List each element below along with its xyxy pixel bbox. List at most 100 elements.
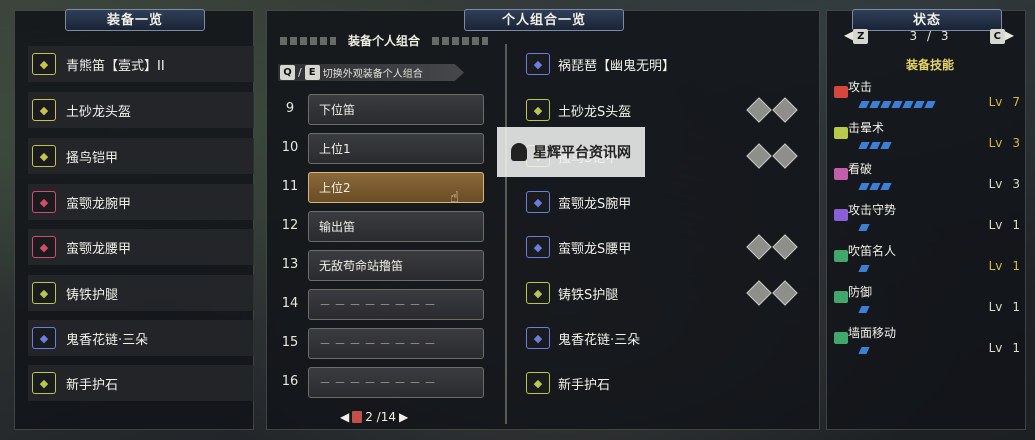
skills-header: 装备技能 xyxy=(905,58,954,72)
skill-level-value: 3 xyxy=(1012,136,1020,150)
loadout-slot-button[interactable]: －－－－－－－－ xyxy=(308,289,484,320)
equipment-item[interactable]: ◆ 鬼香花链·三朵 xyxy=(28,320,254,356)
loadout-equipment-item[interactable]: ◆ 蛮颚龙S腕甲 xyxy=(522,184,812,220)
decoration-slot-icon[interactable] xyxy=(772,280,798,306)
loadout-equipment-item[interactable]: ◆ 蛮颚龙S腰甲 xyxy=(522,229,812,265)
skill-level: Lv 1 xyxy=(989,259,1020,273)
skill-row: 墙面移动 Lv 1 xyxy=(832,324,1022,364)
chest-armor-icon: ◆ xyxy=(32,145,56,167)
decoration-slot-icon[interactable] xyxy=(746,280,772,306)
loadout-slot-button[interactable]: －－－－－－－－ xyxy=(308,367,484,398)
skill-icon xyxy=(834,86,848,98)
charm-icon: ◆ xyxy=(526,327,550,349)
loadout-slot-button[interactable]: 下位笛 xyxy=(308,94,484,125)
skill-level-segment xyxy=(924,101,936,108)
skill-name: 吹笛名人 xyxy=(848,244,897,258)
q-key-icon[interactable]: Q xyxy=(280,65,295,80)
equipment-item[interactable]: ◆ 青熊笛【壹式】II xyxy=(28,46,254,82)
skill-level-prefix: Lv xyxy=(988,136,1003,150)
equipment-item[interactable]: ◆ 搔鸟铠甲 xyxy=(28,138,254,174)
loadout-equipment-item[interactable]: ◆ 祸琵琶【幽鬼无明】 xyxy=(522,46,812,82)
skill-icon xyxy=(834,168,848,180)
equipment-item-name: 青熊笛【壹式】II xyxy=(66,58,165,74)
decoration-slot-icon[interactable] xyxy=(746,234,772,260)
skill-level-segment xyxy=(858,347,870,354)
skill-name: 墙面移动 xyxy=(848,326,897,340)
loadout-slot-button[interactable]: 上位1 xyxy=(308,133,484,164)
skill-level-prefix: Lv xyxy=(988,177,1003,191)
prev-page-icon[interactable]: ◀ xyxy=(340,410,349,424)
equipment-item-name: 蛮颚龙腰甲 xyxy=(66,241,132,257)
helmet-icon: ◆ xyxy=(526,99,550,121)
skill-level-bar xyxy=(858,306,870,313)
loadout-slot-button[interactable]: －－－－－－－－ xyxy=(308,328,484,359)
decoration-slot-icon[interactable] xyxy=(772,234,798,260)
skill-level-bar xyxy=(858,183,892,190)
decoration-slots xyxy=(746,143,798,169)
equipment-item[interactable]: ◆ 蛮颚龙腰甲 xyxy=(28,229,254,265)
equipment-item-name: 蛮颚龙腕甲 xyxy=(66,196,132,212)
skill-level-bar xyxy=(858,347,870,354)
skill-level-segment xyxy=(880,183,892,190)
slot-number: 12 xyxy=(281,218,299,233)
leg-armor-icon: ◆ xyxy=(526,282,550,304)
skill-level-bar xyxy=(858,142,892,149)
skill-row: 击晕术 Lv 3 xyxy=(832,119,1022,159)
decoration-slot-icon[interactable] xyxy=(746,97,772,123)
skill-level-prefix: Lv xyxy=(988,259,1003,273)
c-key-icon: C xyxy=(989,29,1005,44)
skill-name: 防御 xyxy=(848,285,873,299)
status-page-indicator: 3 / 3 xyxy=(909,29,949,43)
loadout-equipment-name: 蛮颚龙S腕甲 xyxy=(558,196,632,212)
skill-level: Lv 1 xyxy=(989,341,1020,355)
waist-armor-icon: ◆ xyxy=(526,236,550,258)
loadout-equipment-item[interactable]: ◆ 铸铁S护腿 xyxy=(522,275,812,311)
decoration-slot-icon[interactable] xyxy=(772,143,798,169)
slash-separator: / xyxy=(298,66,302,79)
loadout-equipment-item[interactable]: ◆ 新手护石 xyxy=(522,365,812,401)
status-page-nav: ◀ Z 3 / 3 C ▶ xyxy=(844,28,1014,44)
loadout-slot-button[interactable]: 输出笛 xyxy=(308,211,484,242)
skill-level-segment xyxy=(880,101,892,108)
skill-row: 攻击守势 Lv 1 xyxy=(832,201,1022,241)
skill-level-value: 1 xyxy=(1012,259,1020,273)
e-key-icon[interactable]: E xyxy=(304,65,320,80)
loadout-equipment-name: 土砂龙S头盔 xyxy=(558,104,632,120)
status-next[interactable]: C ▶ xyxy=(989,28,1014,44)
loadout-equipment-name: 新手护石 xyxy=(558,377,611,393)
slot-number: 13 xyxy=(281,257,299,272)
loadout-slot-button[interactable]: 无敌苟命站撸笛 xyxy=(308,250,484,281)
slot-number: 10 xyxy=(281,140,299,155)
skill-name: 看破 xyxy=(848,162,873,176)
skill-level-segment xyxy=(858,224,870,231)
skill-level-value: 1 xyxy=(1012,218,1020,232)
skill-level-value: 1 xyxy=(1012,300,1020,314)
skill-icon xyxy=(834,250,848,262)
skill-level-segment xyxy=(913,101,925,108)
equipment-item[interactable]: ◆ 土砂龙头盔 xyxy=(28,92,254,128)
hint-text: 切换外观装备个人组合 xyxy=(322,69,423,80)
equipment-item[interactable]: ◆ 蛮颚龙腕甲 xyxy=(28,184,254,220)
watermark: 星辉平台资讯网 xyxy=(497,127,645,177)
slot-number: 14 xyxy=(281,296,299,311)
loadout-equipment-name: 蛮颚龙S腰甲 xyxy=(558,241,632,257)
arm-armor-icon: ◆ xyxy=(526,191,550,213)
decoration-slots xyxy=(746,234,798,260)
equipment-item-name: 土砂龙头盔 xyxy=(66,104,132,120)
decoration-slot-icon[interactable] xyxy=(746,143,772,169)
hunting-horn-icon: ◆ xyxy=(32,53,56,75)
equipment-item[interactable]: ◆ 铸铁护腿 xyxy=(28,275,254,311)
loadout-equipment-item[interactable]: ◆ 鬼香花链·三朵 xyxy=(522,320,812,356)
skill-level-segment xyxy=(869,142,881,149)
next-page-icon[interactable]: ▶ xyxy=(399,410,408,424)
skill-level-segment xyxy=(858,265,870,272)
equipment-item-name: 新手护石 xyxy=(66,377,119,393)
loadout-equipment-item[interactable]: ◆ 土砂龙S头盔 xyxy=(522,92,812,128)
decoration-slot-icon[interactable] xyxy=(772,97,798,123)
charm-icon: ◆ xyxy=(32,327,56,349)
equipment-item[interactable]: ◆ 新手护石 xyxy=(28,365,254,401)
arm-armor-icon: ◆ xyxy=(32,191,56,213)
skill-level: Lv 1 xyxy=(989,218,1020,232)
status-prev[interactable]: ◀ Z xyxy=(844,28,869,44)
skill-row: 防御 Lv 1 xyxy=(832,283,1022,323)
